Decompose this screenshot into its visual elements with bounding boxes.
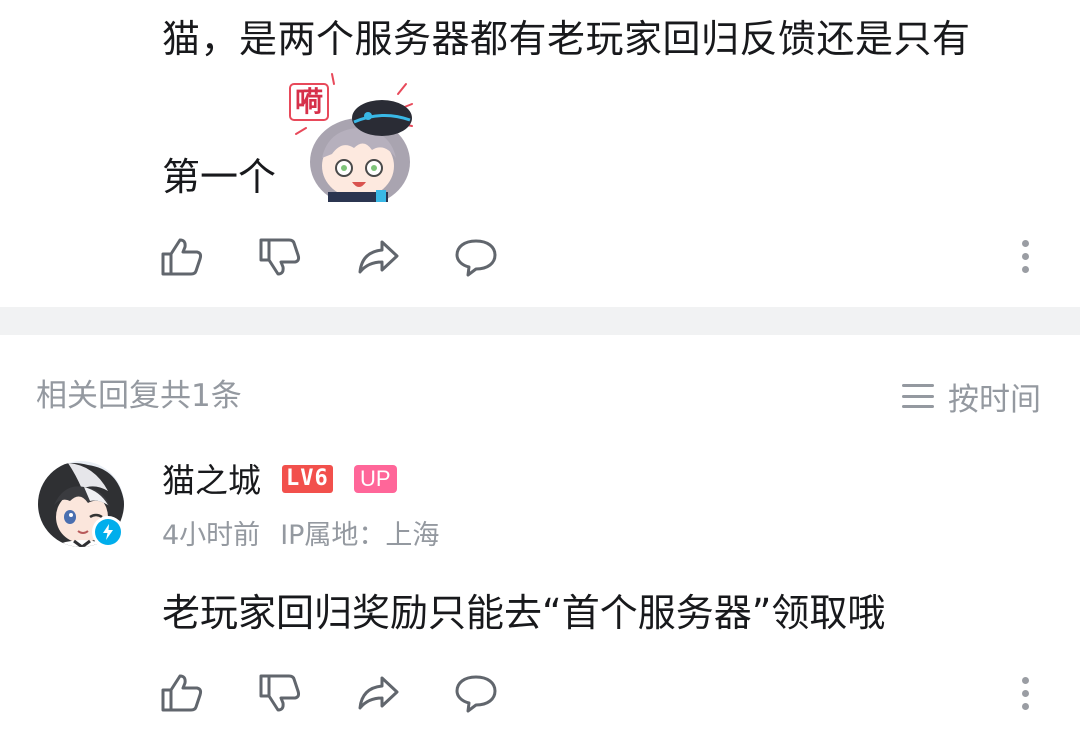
level-badge: LV6: [282, 465, 333, 493]
share-button[interactable]: [354, 671, 402, 715]
more-options-button[interactable]: [1015, 673, 1035, 713]
dislike-button[interactable]: [256, 671, 304, 715]
sort-by-time-button[interactable]: 按时间: [902, 374, 1041, 418]
comment-button[interactable]: [452, 235, 500, 279]
comment-icon: [455, 675, 497, 713]
verified-badge: [92, 516, 124, 548]
dislike-button[interactable]: [256, 235, 304, 279]
comment-text-line2: 第一个: [162, 155, 277, 199]
list-lines-icon: [902, 384, 934, 408]
reply-text: 老玩家回归奖励只能去“首个服务器”领取哦: [162, 591, 886, 635]
thumbs-down-icon: [259, 238, 301, 276]
thumbs-up-icon: [161, 674, 203, 712]
share-icon: [358, 676, 399, 710]
thumbs-up-icon: [161, 238, 203, 276]
comment-button[interactable]: [452, 671, 500, 715]
share-icon: [358, 240, 399, 274]
lightning-icon: [95, 519, 121, 545]
reply-username[interactable]: 猫之城: [162, 458, 261, 504]
up-badge: UP: [354, 465, 397, 493]
reply-time: 4小时前: [162, 520, 261, 551]
like-button[interactable]: [158, 671, 206, 715]
more-options-button[interactable]: [1015, 236, 1035, 276]
ip-location: IP属地：上海: [280, 520, 440, 551]
share-button[interactable]: [354, 235, 402, 279]
reply-action-bar: [158, 671, 550, 715]
comment-icon: [455, 239, 497, 277]
related-replies-title: 相关回复共1条: [36, 378, 242, 414]
comment-action-bar: [158, 235, 550, 279]
reply-meta: 4小时前 IP属地：上海: [162, 516, 439, 556]
comment-text-line1: 猫，是两个服务器都有老玩家回归反馈还是只有: [162, 17, 971, 61]
sort-label: 按时间: [948, 381, 1041, 418]
section-divider: [0, 307, 1080, 335]
sticker-caption: 嗬: [294, 85, 323, 118]
thumbs-down-icon: [259, 674, 301, 712]
like-button[interactable]: [158, 235, 206, 279]
sticker-emote: 嗬: [288, 70, 416, 206]
